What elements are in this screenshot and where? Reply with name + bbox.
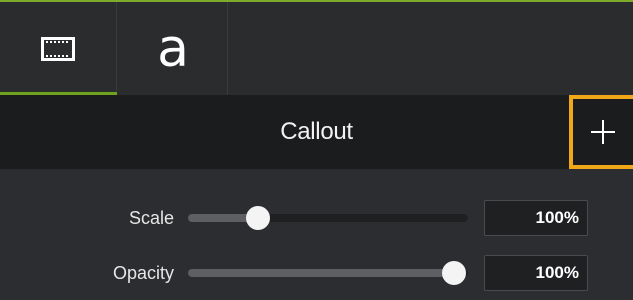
annotation-glyph: a (157, 18, 189, 79)
tab-visual-properties[interactable] (0, 2, 117, 95)
slider-thumb[interactable] (442, 261, 466, 285)
opacity-value-input[interactable]: 100% (484, 255, 588, 291)
scale-value-input[interactable]: 100% (484, 200, 588, 236)
section-title: Callout (280, 118, 353, 145)
slider-thumb[interactable] (246, 206, 270, 230)
slider-fill (188, 269, 454, 277)
film-strip-icon (41, 37, 75, 61)
callout-section-header: Callout (0, 95, 633, 169)
scale-slider[interactable] (188, 200, 468, 236)
opacity-row: Opacity 100% (0, 255, 633, 291)
tab-annotation-properties[interactable]: a (118, 2, 228, 95)
scale-row: Scale 100% (0, 200, 633, 236)
properties-tab-bar: a (0, 2, 633, 95)
plus-icon (591, 120, 615, 144)
opacity-slider[interactable] (188, 255, 468, 291)
scale-label: Scale (128, 207, 174, 228)
add-button[interactable] (569, 95, 633, 169)
opacity-label: Opacity (112, 262, 174, 283)
